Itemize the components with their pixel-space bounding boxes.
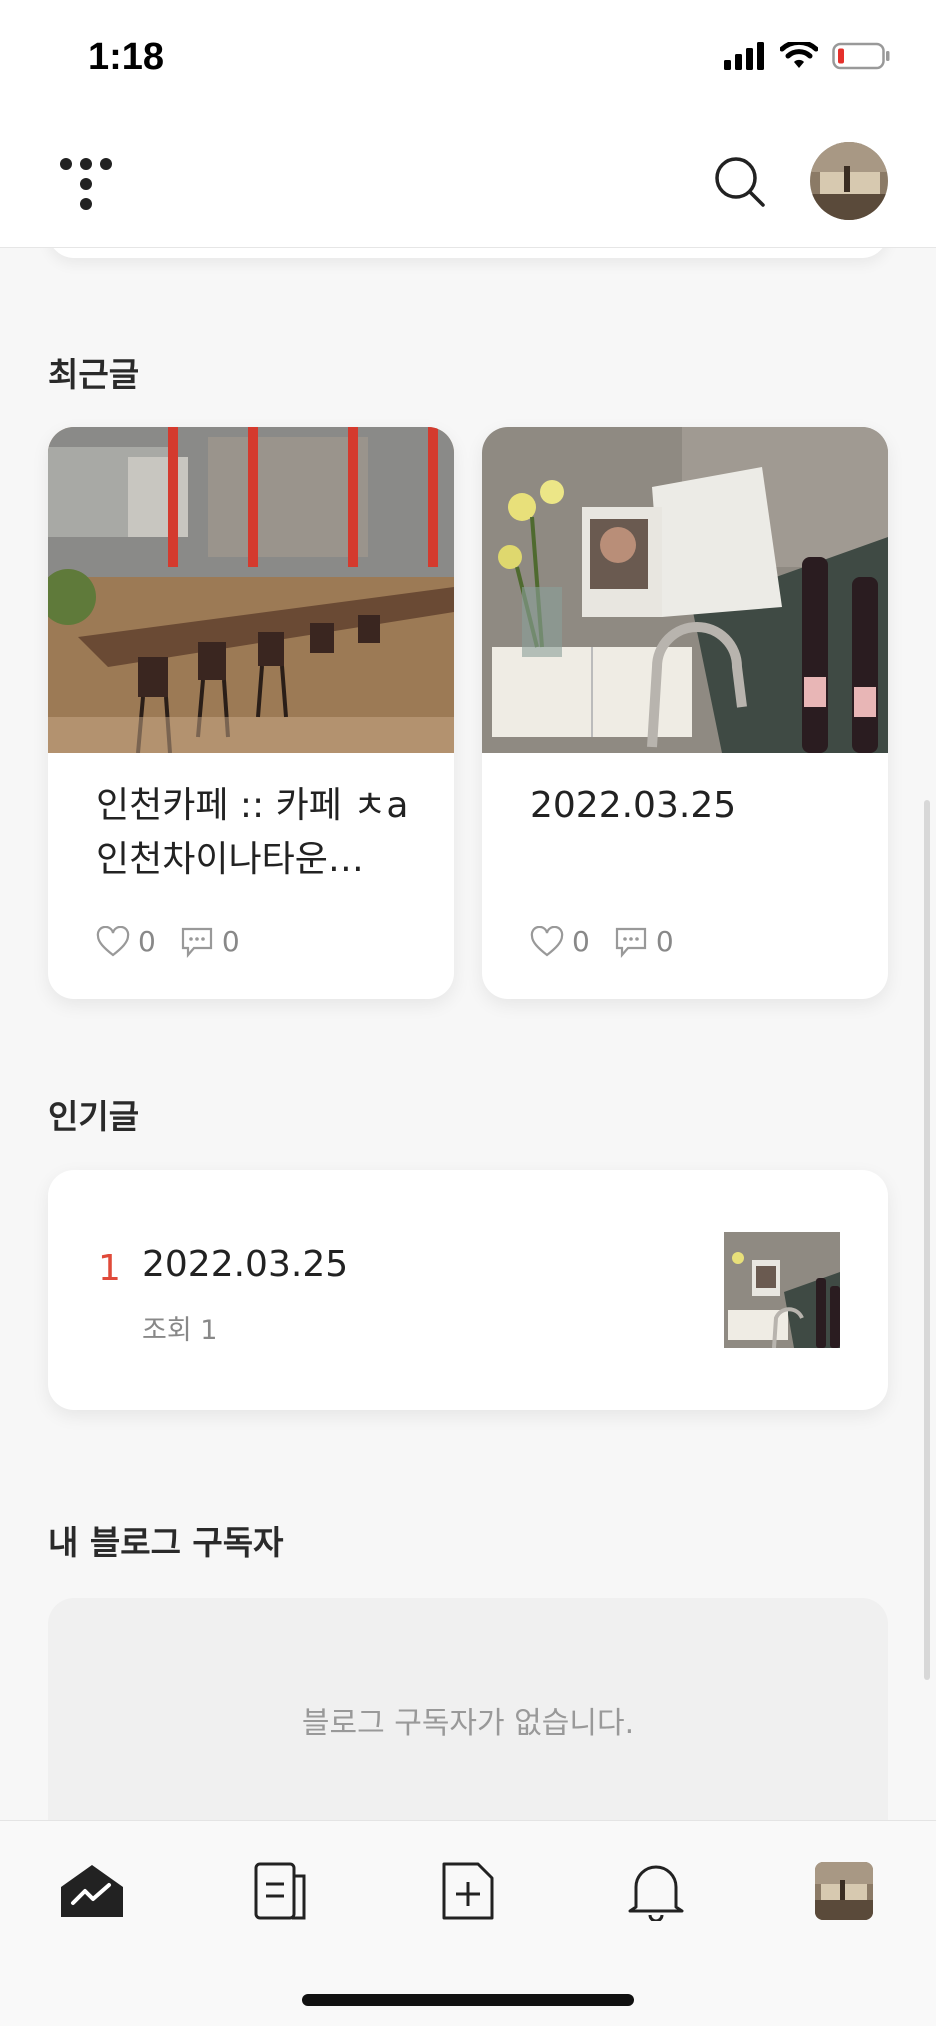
heart-icon[interactable] xyxy=(530,925,564,958)
like-count: 0 xyxy=(572,925,590,958)
cafe-interior-photo xyxy=(48,427,454,753)
comment-icon[interactable] xyxy=(180,926,214,958)
profile-avatar[interactable] xyxy=(806,1853,882,1929)
status-bar: 1:18 xyxy=(0,0,936,120)
comment-count: 0 xyxy=(221,925,240,958)
status-icons xyxy=(724,42,890,70)
battery-icon xyxy=(832,42,890,70)
notification-bell-icon[interactable] xyxy=(618,1853,694,1929)
subscriber-list: 블로그 구독자가 없습니다. xyxy=(48,1598,888,1828)
recent-post-card[interactable]: 인천카페 :: 카페 ㅊa 인천차이나타운… 0 0 xyxy=(48,427,454,999)
posts-icon[interactable] xyxy=(242,1853,318,1929)
recent-post-card[interactable]: 2022.03.25 0 0 xyxy=(482,427,888,999)
comment-count: 0 xyxy=(655,925,674,958)
app-header xyxy=(0,120,936,248)
still-life-photo xyxy=(482,427,888,753)
section-title-popular: 인기글 xyxy=(48,1097,140,1136)
status-time: 1:18 xyxy=(88,36,165,78)
post-meta: 0 0 xyxy=(530,925,698,958)
new-post-icon[interactable] xyxy=(430,1853,506,1929)
comment-icon[interactable] xyxy=(614,926,648,958)
popular-post-item[interactable]: 1 2022.03.25 조회 1 xyxy=(48,1170,888,1410)
post-title: 인천카페 :: 카페 ㅊa 인천차이나타운… xyxy=(96,785,409,880)
home-stats-icon[interactable] xyxy=(54,1853,130,1929)
post-meta: 0 0 xyxy=(96,925,264,958)
home-indicator xyxy=(302,1994,634,2006)
section-title-recent: 최근글 xyxy=(48,355,140,394)
view-count: 조회 1 xyxy=(142,1315,218,1346)
signal-icon xyxy=(724,42,764,70)
popular-post-title: 2022.03.25 xyxy=(142,1244,349,1285)
like-count: 0 xyxy=(138,925,156,958)
profile-avatar[interactable] xyxy=(810,142,888,220)
tistory-logo-icon[interactable] xyxy=(60,158,112,214)
still-life-photo xyxy=(724,1232,840,1348)
scrollbar[interactable] xyxy=(924,800,930,1680)
rank-number: 1 xyxy=(98,1248,121,1289)
heart-icon[interactable] xyxy=(96,925,130,958)
wifi-icon xyxy=(780,42,818,68)
search-icon[interactable] xyxy=(712,154,768,210)
empty-message: 블로그 구독자가 없습니다. xyxy=(301,1706,635,1741)
section-title-subscribers: 내 블로그 구독자 xyxy=(48,1523,284,1562)
post-title: 2022.03.25 xyxy=(530,785,737,826)
